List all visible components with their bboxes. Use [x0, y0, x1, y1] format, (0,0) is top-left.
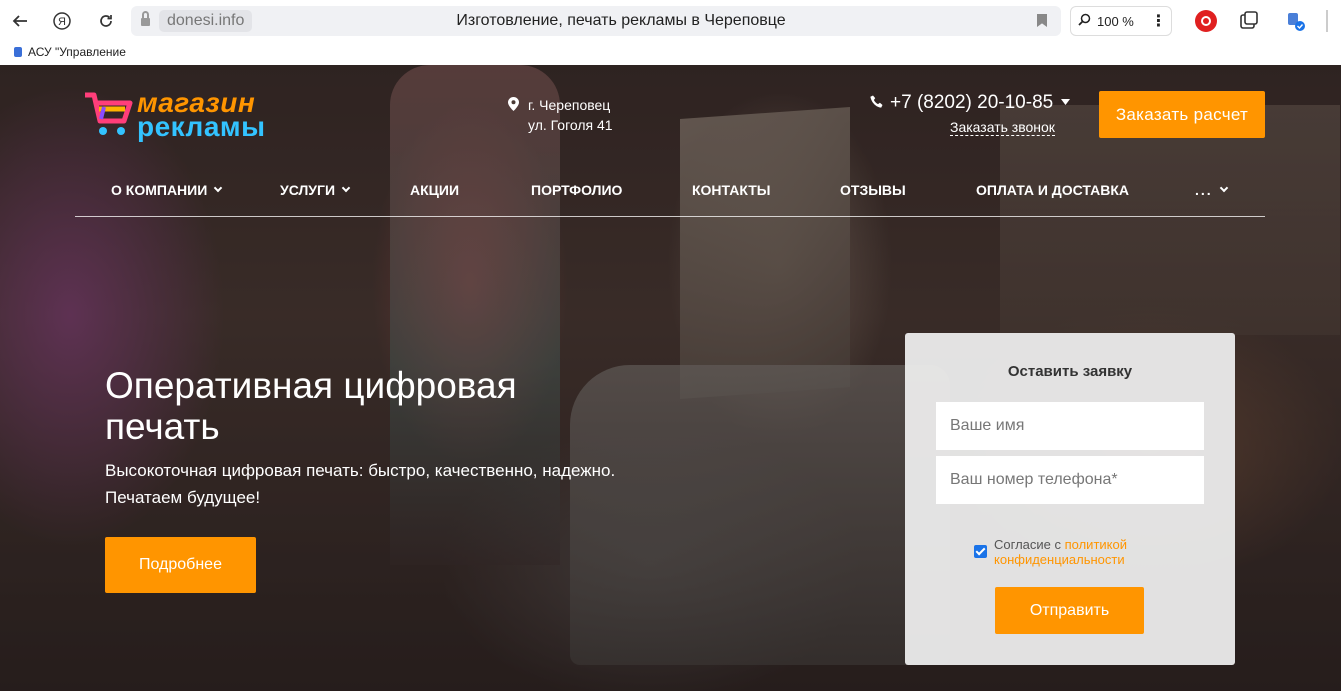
- bookmark-label: АСУ "Управление: [28, 45, 126, 59]
- collections-icon[interactable]: [1238, 10, 1260, 32]
- nav-item-reviews[interactable]: ОТЗЫВЫ: [840, 182, 906, 198]
- extension-icon[interactable]: [1195, 10, 1217, 32]
- consent-label: Согласие с: [994, 537, 1065, 552]
- consent-checkbox[interactable]: [974, 545, 987, 558]
- hero-section: магазин рекламы г. Череповец ул. Гоголя …: [0, 65, 1341, 691]
- nav-item-more[interactable]: ...: [1195, 182, 1228, 198]
- yandex-icon[interactable]: Я: [48, 7, 76, 35]
- form-title: Оставить заявку: [1007, 363, 1133, 380]
- nav-item-company[interactable]: О КОМПАНИИ: [111, 182, 223, 198]
- window-scroll-icon: [1317, 7, 1337, 35]
- nav-item-payment-delivery[interactable]: ОПЛАТА И ДОСТАВКА: [976, 182, 1129, 198]
- phone-input[interactable]: [936, 456, 1204, 504]
- nav-item-contacts[interactable]: КОНТАКТЫ: [692, 182, 770, 198]
- chevron-down-icon: [214, 183, 223, 193]
- cart-logo-icon: [85, 92, 133, 135]
- hero-subtitle: Высокоточная цифровая печать: быстро, ка…: [105, 461, 616, 507]
- svg-text:Я: Я: [58, 16, 66, 28]
- order-estimate-button[interactable]: Заказать расчет: [1099, 91, 1265, 138]
- request-form: Оставить заявку Согласие с политикой кон…: [905, 333, 1235, 665]
- name-input[interactable]: [936, 402, 1204, 450]
- reload-icon[interactable]: [92, 7, 120, 35]
- nav-item-services[interactable]: УСЛУГИ: [280, 182, 351, 198]
- address-street: ул. Гоголя 41: [528, 117, 613, 133]
- hero-title: Оперативная цифровая печать: [105, 365, 517, 447]
- callback-link[interactable]: Заказать звонок: [950, 119, 1055, 136]
- phone-text: +7 (8202) 20-10-85: [890, 92, 1054, 113]
- site-logo[interactable]: магазин рекламы: [83, 85, 273, 145]
- logo-text-bottom: рекламы: [137, 111, 266, 142]
- phone-dropdown-icon[interactable]: [1061, 99, 1071, 105]
- phone-number[interactable]: +7 (8202) 20-10-85: [870, 92, 1071, 114]
- address-city: г. Череповец: [528, 97, 611, 113]
- zoom-control[interactable]: 100 % ⋮: [1070, 6, 1172, 36]
- chevron-down-icon: [341, 183, 351, 193]
- chevron-down-icon: [1219, 183, 1228, 193]
- more-button[interactable]: Подробнее: [105, 537, 256, 593]
- zoom-level: 100 %: [1097, 13, 1134, 29]
- location-pin-icon: [508, 97, 519, 111]
- bookmark-favicon-icon: [14, 47, 22, 57]
- phone-icon: [870, 95, 883, 108]
- nav-item-promotions[interactable]: АКЦИИ: [410, 182, 459, 198]
- page-title: Изготовление, печать рекламы в Череповце: [456, 12, 786, 29]
- main-nav: О КОМПАНИИ УСЛУГИ АКЦИИ ПОРТФОЛИО КОНТАК…: [75, 170, 1265, 217]
- bookmark-item[interactable]: АСУ "Управление: [14, 45, 126, 59]
- nav-item-portfolio[interactable]: ПОРТФОЛИО: [531, 182, 622, 198]
- address-bar[interactable]: donesi.info Изготовление, печать рекламы…: [131, 6, 1061, 36]
- bookmarks-bar: АСУ "Управление: [0, 42, 1341, 65]
- downloads-icon[interactable]: [1285, 10, 1307, 32]
- browser-toolbar: Я donesi.info Изготовление, печать рекла…: [0, 0, 1341, 42]
- back-icon[interactable]: [6, 7, 34, 35]
- zoom-icon: [1071, 13, 1097, 29]
- more-menu-icon[interactable]: ⋮: [1145, 11, 1171, 31]
- submit-button[interactable]: Отправить: [995, 587, 1144, 634]
